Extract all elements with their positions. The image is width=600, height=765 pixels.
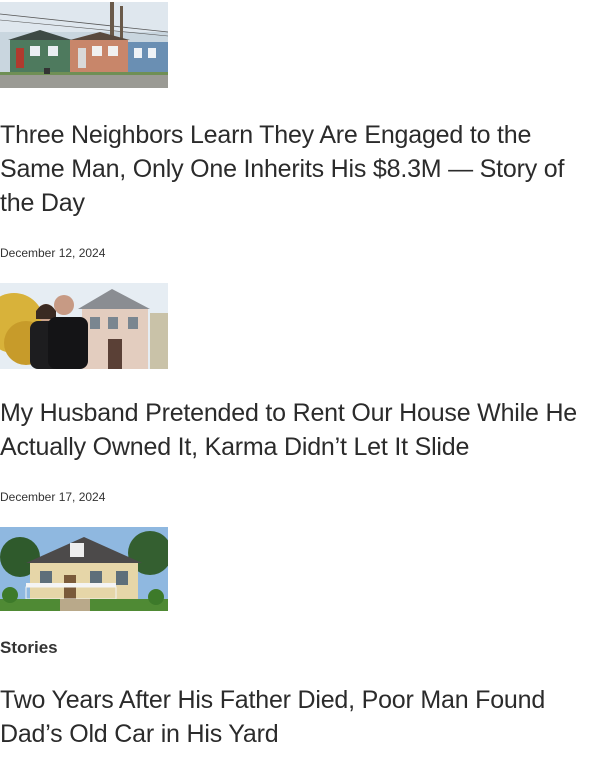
article-title[interactable]: My Husband Pretended to Rent Our House W…	[0, 396, 592, 464]
couple-in-front-of-house-photo	[0, 283, 168, 369]
article-title[interactable]: Three Neighbors Learn They Are Engaged t…	[0, 118, 592, 220]
article-date: December 12, 2024	[0, 246, 106, 260]
article-thumbnail[interactable]	[0, 283, 168, 369]
article-thumbnail[interactable]	[0, 2, 168, 88]
article-thumbnail[interactable]	[0, 527, 168, 611]
row-houses-street-photo	[0, 2, 168, 88]
article-date: December 17, 2024	[0, 490, 106, 504]
suburban-house-photo	[0, 527, 168, 611]
article-category[interactable]: Stories	[0, 637, 58, 659]
article-title[interactable]: Two Years After His Father Died, Poor Ma…	[0, 683, 592, 751]
